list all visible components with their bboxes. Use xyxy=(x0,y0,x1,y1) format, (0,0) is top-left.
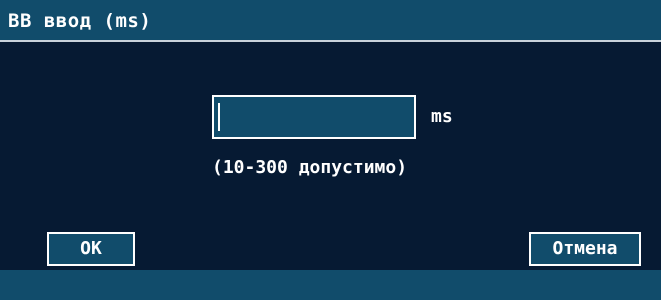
text-caret xyxy=(218,103,220,131)
dialog-title: ВВ ввод (ms) xyxy=(8,10,152,32)
ok-button[interactable]: OK xyxy=(47,232,135,266)
dialog-titlebar: ВВ ввод (ms) xyxy=(0,0,661,42)
bb-input-dialog: ВВ ввод (ms) ms (10-300 допустимо) OK От… xyxy=(0,0,661,300)
cancel-button[interactable]: Отмена xyxy=(529,232,641,266)
unit-label: ms xyxy=(431,106,453,127)
range-hint: (10-300 допустимо) xyxy=(212,157,408,178)
bb-value-input[interactable] xyxy=(212,95,416,139)
dialog-footer-bar xyxy=(0,270,661,300)
